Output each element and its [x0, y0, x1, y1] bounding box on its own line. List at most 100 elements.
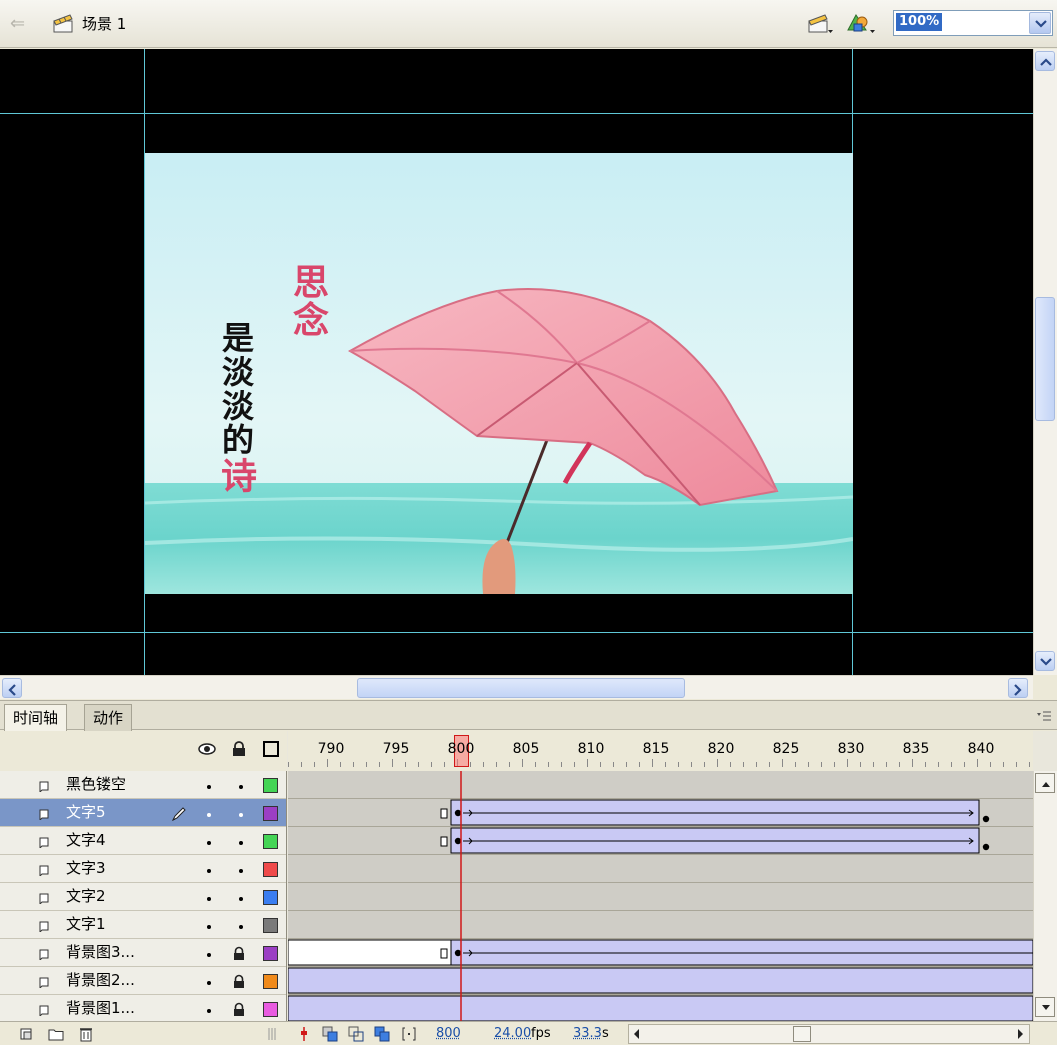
layer-color-swatch[interactable] [263, 1002, 278, 1017]
onion-skin-outlines-icon[interactable] [348, 1026, 364, 1042]
chevron-left-icon[interactable] [631, 1027, 641, 1041]
edit-symbol-icon[interactable] [846, 12, 876, 36]
visibility-toggle[interactable] [207, 785, 211, 789]
lock-toggle[interactable] [239, 869, 243, 873]
frame-number: 840 [967, 741, 995, 757]
layer-row[interactable]: 文字3 [0, 855, 286, 883]
zoom-dropdown-button[interactable] [1029, 12, 1051, 34]
panel-menu-icon[interactable] [1037, 711, 1051, 721]
chevron-down-icon [1042, 1005, 1050, 1010]
edit-multiple-frames-icon[interactable] [374, 1026, 390, 1042]
layer-color-swatch[interactable] [263, 890, 278, 905]
frame-grid[interactable] [288, 771, 1033, 1021]
eye-icon[interactable] [198, 741, 216, 757]
ruler-ticks [288, 759, 1030, 767]
resize-grip-icon[interactable] [267, 1026, 277, 1042]
scroll-thumb[interactable] [357, 678, 685, 698]
layer-list: 黑色镂空 文字5 文字4 文字3 文字2 文字1 背景图3... 背景图2... 背景图1... [0, 771, 287, 1021]
layer-header [0, 731, 287, 771]
lock-toggle[interactable] [239, 897, 243, 901]
poem-line-1[interactable]: 思念 [287, 263, 329, 339]
visibility-toggle[interactable] [207, 813, 211, 817]
visibility-toggle[interactable] [207, 925, 211, 929]
edit-scene-icon[interactable] [806, 12, 834, 36]
layer-color-swatch[interactable] [263, 946, 278, 961]
lock-icon[interactable] [230, 741, 248, 757]
layer-color-swatch[interactable] [263, 974, 278, 989]
chevron-down-icon [1040, 658, 1052, 666]
layer-color-swatch[interactable] [263, 778, 278, 793]
layer-name: 背景图2... [66, 971, 135, 989]
keyframe-dot [982, 843, 990, 851]
chevron-right-icon [1014, 684, 1022, 696]
scroll-left-button[interactable] [2, 678, 22, 698]
lock-icon[interactable] [231, 1002, 247, 1018]
scroll-thumb[interactable] [793, 1026, 811, 1042]
visibility-toggle[interactable] [207, 897, 211, 901]
stage-horizontal-scrollbar[interactable] [0, 675, 1033, 699]
layer-row[interactable]: 文字4 [0, 827, 286, 855]
timeline-horizontal-scrollbar[interactable] [628, 1024, 1030, 1044]
visibility-toggle[interactable] [207, 841, 211, 845]
trash-icon[interactable] [78, 1026, 94, 1042]
scroll-right-button[interactable] [1008, 678, 1028, 698]
scroll-down-button[interactable] [1035, 651, 1055, 671]
current-frame-value[interactable]: 800 [436, 1026, 461, 1042]
layer-icon [39, 1005, 49, 1016]
visibility-toggle[interactable] [207, 1009, 211, 1013]
layer-row[interactable]: 背景图3... [0, 939, 286, 967]
scroll-down-button[interactable] [1035, 997, 1055, 1017]
layer-color-swatch[interactable] [263, 806, 278, 821]
frame-rate-value[interactable]: 24.00 [494, 1026, 531, 1042]
layer-name: 背景图1... [66, 999, 135, 1017]
lock-toggle[interactable] [239, 841, 243, 845]
layer-row[interactable]: 文字2 [0, 883, 286, 911]
lock-toggle[interactable] [239, 925, 243, 929]
poem-line-2-highlight: 诗 [215, 457, 257, 495]
layer-icon [39, 949, 49, 960]
new-folder-icon[interactable] [48, 1026, 64, 1042]
lock-toggle[interactable] [239, 785, 243, 789]
scroll-thumb[interactable] [1035, 297, 1055, 421]
poem-line-2[interactable]: 是淡淡的诗 [215, 321, 257, 495]
tab-actions[interactable]: 动作 [84, 704, 133, 731]
layer-color-swatch[interactable] [263, 862, 278, 877]
tab-timeline[interactable]: 时间轴 [4, 704, 68, 731]
stage-canvas[interactable]: 思念 是淡淡的诗 [145, 153, 853, 594]
frame-number: 820 [707, 741, 735, 757]
modify-markers-icon[interactable] [401, 1026, 417, 1042]
frame-number: 825 [772, 741, 800, 757]
visibility-toggle[interactable] [207, 953, 211, 957]
layer-row[interactable]: 背景图2... [0, 967, 286, 995]
center-frame-icon[interactable] [296, 1026, 312, 1042]
layer-row[interactable]: 文字1 [0, 911, 286, 939]
chevron-right-icon[interactable] [1016, 1027, 1026, 1041]
onion-skin-icon[interactable] [322, 1026, 338, 1042]
timeline-vertical-scrollbar[interactable] [1033, 771, 1057, 1021]
scroll-up-button[interactable] [1035, 773, 1055, 793]
scroll-up-button[interactable] [1035, 51, 1055, 71]
outline-square-icon[interactable] [262, 741, 280, 757]
lock-toggle[interactable] [239, 813, 243, 817]
visibility-toggle[interactable] [207, 869, 211, 873]
elapsed-time-value[interactable]: 33.3 [573, 1026, 602, 1042]
frame-ruler[interactable]: 790 795 800 805 810 815 820 825 830 835 840 [288, 731, 1033, 771]
layer-row[interactable]: 黑色镂空 [0, 771, 286, 799]
layer-icon [39, 837, 49, 848]
layer-row[interactable]: 文字5 [0, 799, 286, 827]
layer-color-swatch[interactable] [263, 918, 278, 933]
clapperboard-icon [53, 14, 73, 33]
lock-icon[interactable] [231, 946, 247, 962]
empty-keyframe [440, 836, 448, 847]
zoom-select[interactable]: 100% [893, 10, 1053, 36]
frame-number: 830 [837, 741, 865, 757]
lock-icon[interactable] [231, 974, 247, 990]
layer-icon [39, 893, 49, 904]
stage-area[interactable]: 思念 是淡淡的诗 [0, 49, 1033, 675]
new-layer-icon[interactable] [18, 1026, 34, 1042]
stage-vertical-scrollbar[interactable] [1033, 49, 1057, 675]
visibility-toggle[interactable] [207, 981, 211, 985]
layer-color-swatch[interactable] [263, 834, 278, 849]
layer-row[interactable]: 背景图1... [0, 995, 286, 1021]
back-arrow-icon[interactable]: ⇐ [10, 15, 32, 33]
